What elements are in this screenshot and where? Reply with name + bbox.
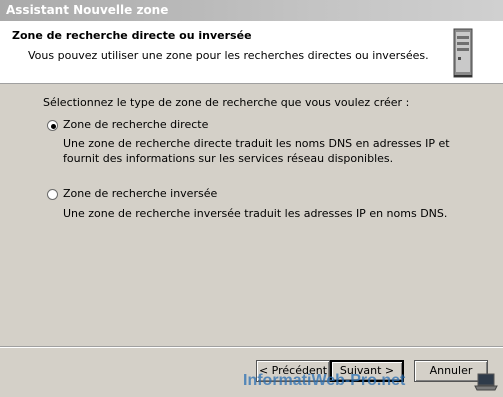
title-bar: Assistant Nouvelle zone bbox=[0, 0, 503, 21]
laptop-icon bbox=[474, 373, 498, 391]
radio-reverse-zone[interactable] bbox=[47, 189, 58, 200]
window-title: Assistant Nouvelle zone bbox=[6, 3, 169, 17]
radio-selected-dot bbox=[51, 124, 56, 129]
wizard-header: Zone de recherche directe ou inversée Vo… bbox=[0, 21, 503, 84]
zone-type-prompt: Sélectionnez le type de zone de recherch… bbox=[43, 96, 410, 109]
wizard-window: Assistant Nouvelle zone Zone de recherch… bbox=[0, 0, 503, 397]
forward-zone-label[interactable]: Zone de recherche directe bbox=[63, 118, 208, 131]
page-title: Zone de recherche directe ou inversée bbox=[12, 29, 252, 42]
server-icon bbox=[453, 28, 473, 78]
page-subtitle: Vous pouvez utiliser une zone pour les r… bbox=[28, 49, 429, 62]
watermark-text: InformatiWeb-Pro.net bbox=[243, 372, 406, 389]
forward-zone-description: Une zone de recherche directe traduit le… bbox=[63, 137, 450, 165]
reverse-zone-description: Une zone de recherche inversée traduit l… bbox=[63, 207, 448, 220]
reverse-zone-label[interactable]: Zone de recherche inversée bbox=[63, 187, 217, 200]
footer-separator bbox=[0, 346, 503, 348]
radio-forward-zone[interactable] bbox=[47, 120, 58, 131]
